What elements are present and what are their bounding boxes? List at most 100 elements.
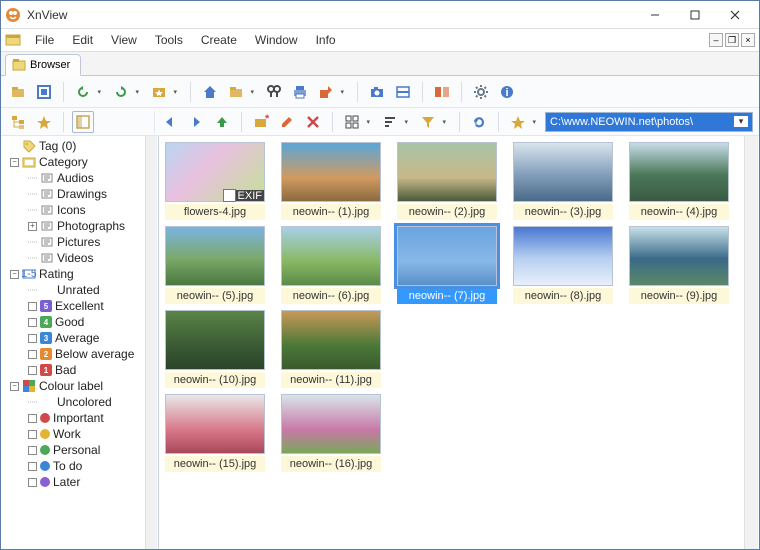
- thumbnail-image[interactable]: [281, 142, 381, 202]
- thumbnail[interactable]: neowin-- (4).jpg: [629, 142, 729, 220]
- tree-item[interactable]: −Colour label: [1, 378, 158, 394]
- tree-item[interactable]: Audios: [1, 170, 158, 186]
- thumbnail-image[interactable]: [397, 226, 497, 286]
- info-icon[interactable]: i: [496, 81, 518, 103]
- tree-icon[interactable]: [7, 111, 29, 133]
- tab-browser[interactable]: Browser: [5, 54, 81, 76]
- tree-item[interactable]: 4Good: [1, 314, 158, 330]
- filter-icon[interactable]: [417, 111, 439, 133]
- tree-item[interactable]: Tag (0): [1, 138, 158, 154]
- thumbnail[interactable]: neowin-- (6).jpg: [281, 226, 381, 304]
- thumbnail[interactable]: neowin-- (10).jpg: [165, 310, 265, 388]
- category-sidebar[interactable]: Tag (0)−CategoryAudiosDrawingsIcons+Phot…: [1, 136, 159, 549]
- thumbnail-grid[interactable]: EXIFflowers-4.jpgneowin-- (1).jpgneowin-…: [159, 136, 759, 549]
- menu-info[interactable]: Info: [308, 31, 344, 49]
- tree-item[interactable]: −1-5Rating: [1, 266, 158, 282]
- compare-icon[interactable]: [431, 81, 453, 103]
- maximize-button[interactable]: [675, 3, 715, 27]
- menu-create[interactable]: Create: [193, 31, 245, 49]
- mdi-minimize-button[interactable]: –: [709, 33, 723, 47]
- refresh-icon[interactable]: [468, 111, 490, 133]
- sort-icon[interactable]: [379, 111, 401, 133]
- menu-tools[interactable]: Tools: [147, 31, 191, 49]
- home-icon[interactable]: [199, 81, 221, 103]
- print-icon[interactable]: [289, 81, 311, 103]
- mdi-close-button[interactable]: ×: [741, 33, 755, 47]
- favorites-icon[interactable]: [148, 81, 170, 103]
- collapse-icon[interactable]: −: [10, 382, 19, 391]
- thumbnail-image[interactable]: [165, 394, 265, 454]
- star-icon[interactable]: [507, 111, 529, 133]
- tree-item[interactable]: 1Bad: [1, 362, 158, 378]
- favorites-tree-icon[interactable]: [33, 111, 55, 133]
- thumbnail-image[interactable]: [281, 394, 381, 454]
- settings-icon[interactable]: [470, 81, 492, 103]
- menu-edit[interactable]: Edit: [64, 31, 101, 49]
- thumbnail-image[interactable]: [513, 226, 613, 286]
- thumbnail[interactable]: EXIFflowers-4.jpg: [165, 142, 265, 220]
- tree-item[interactable]: Personal: [1, 442, 158, 458]
- menu-view[interactable]: View: [103, 31, 145, 49]
- tree-item[interactable]: Icons: [1, 202, 158, 218]
- thumbnail[interactable]: neowin-- (7).jpg: [397, 226, 497, 304]
- export-icon[interactable]: [315, 81, 337, 103]
- tree-item[interactable]: Videos: [1, 250, 158, 266]
- thumbnail[interactable]: neowin-- (16).jpg: [281, 394, 381, 472]
- sidebar-scrollbar[interactable]: [145, 136, 157, 549]
- collapse-icon[interactable]: −: [10, 158, 19, 167]
- mdi-restore-button[interactable]: ❐: [725, 33, 739, 47]
- tree-item[interactable]: +Photographs: [1, 218, 158, 234]
- forward-icon[interactable]: [185, 111, 207, 133]
- tree-item[interactable]: Important: [1, 410, 158, 426]
- camera-icon[interactable]: [366, 81, 388, 103]
- tree-item[interactable]: To do: [1, 458, 158, 474]
- thumbnail[interactable]: neowin-- (8).jpg: [513, 226, 613, 304]
- thumbnail-image[interactable]: [281, 310, 381, 370]
- folder-open-icon[interactable]: [225, 81, 247, 103]
- back-icon[interactable]: [159, 111, 181, 133]
- thumbnail[interactable]: neowin-- (15).jpg: [165, 394, 265, 472]
- view-mode-icon[interactable]: [341, 111, 363, 133]
- thumbnail-image[interactable]: [629, 142, 729, 202]
- thumbnail[interactable]: neowin-- (1).jpg: [281, 142, 381, 220]
- thumbnail-image[interactable]: EXIF: [165, 142, 265, 202]
- search-icon[interactable]: [263, 81, 285, 103]
- thumbnail-image[interactable]: [165, 226, 265, 286]
- thumbnail[interactable]: neowin-- (11).jpg: [281, 310, 381, 388]
- up-icon[interactable]: [211, 111, 233, 133]
- tree-item[interactable]: Work: [1, 426, 158, 442]
- thumbnail-image[interactable]: [397, 142, 497, 202]
- thumbnail-image[interactable]: [513, 142, 613, 202]
- rotate-cw-icon[interactable]: [110, 81, 132, 103]
- thumbnail[interactable]: neowin-- (2).jpg: [397, 142, 497, 220]
- tree-item[interactable]: Pictures: [1, 234, 158, 250]
- edit-icon[interactable]: [276, 111, 298, 133]
- minimize-button[interactable]: [635, 3, 675, 27]
- menu-window[interactable]: Window: [247, 31, 306, 49]
- new-folder-icon[interactable]: *: [250, 111, 272, 133]
- scan-icon[interactable]: [392, 81, 414, 103]
- tree-item[interactable]: Uncolored: [1, 394, 158, 410]
- tree-item[interactable]: 3Average: [1, 330, 158, 346]
- grid-scrollbar[interactable]: [744, 136, 758, 549]
- tree-item[interactable]: −Category: [1, 154, 158, 170]
- menu-file[interactable]: File: [27, 31, 62, 49]
- delete-icon[interactable]: [302, 111, 324, 133]
- thumbnail-image[interactable]: [281, 226, 381, 286]
- categories-panel-icon[interactable]: [72, 111, 94, 133]
- open-icon[interactable]: [7, 81, 29, 103]
- rotate-ccw-icon[interactable]: [72, 81, 94, 103]
- thumbnail-image[interactable]: [629, 226, 729, 286]
- thumbnail[interactable]: neowin-- (9).jpg: [629, 226, 729, 304]
- thumbnail[interactable]: neowin-- (3).jpg: [513, 142, 613, 220]
- fullscreen-icon[interactable]: [33, 81, 55, 103]
- tree-item[interactable]: 5Excellent: [1, 298, 158, 314]
- expand-icon[interactable]: +: [28, 222, 37, 231]
- thumbnail[interactable]: neowin-- (5).jpg: [165, 226, 265, 304]
- tree-item[interactable]: Later: [1, 474, 158, 490]
- thumbnail-image[interactable]: [165, 310, 265, 370]
- collapse-icon[interactable]: −: [10, 270, 19, 279]
- tree-item[interactable]: Unrated: [1, 282, 158, 298]
- tree-item[interactable]: Drawings: [1, 186, 158, 202]
- close-button[interactable]: [715, 3, 755, 27]
